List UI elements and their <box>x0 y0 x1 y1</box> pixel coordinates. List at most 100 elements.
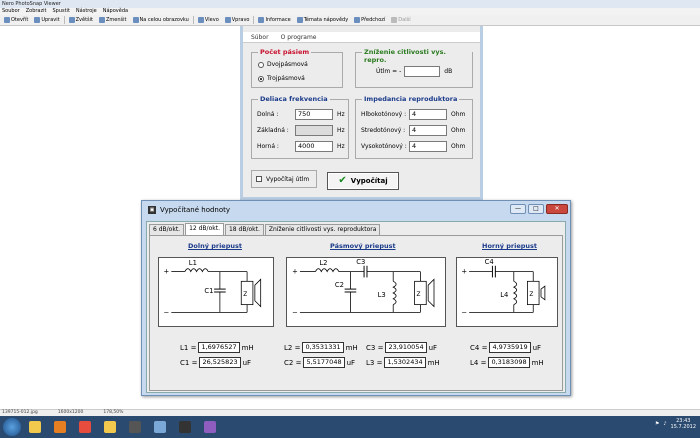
impedance-midrange-unit: Ohm <box>451 127 466 134</box>
band-pass-c-shunt-label: C2 <box>335 281 344 289</box>
zoom-out-button[interactable]: Zmenšit <box>97 16 129 25</box>
high-pass-l4-value: 0,3183098 <box>488 357 530 368</box>
tab-attenuation[interactable]: Zníženie citlivosti vys. reproduktora <box>264 224 381 235</box>
high-pass-minus: − <box>461 308 467 316</box>
taskbar-button-photo-viewer[interactable] <box>199 418 221 436</box>
inductor-l2 <box>315 268 340 273</box>
inductor-l4 <box>512 280 518 305</box>
impedance-midrange-input[interactable]: 4 <box>409 125 447 136</box>
speaker-icon <box>254 278 262 308</box>
taskbar-button-media-player[interactable] <box>49 418 71 436</box>
radio-two-way-label: Dvojpásmová <box>267 61 308 68</box>
tab-6db[interactable]: 6 dB/okt. <box>149 224 185 235</box>
band-pass-l2-label: L2 = <box>284 343 301 352</box>
impedance-tweeter-label: Vysokotónový : <box>361 143 407 150</box>
tab-18db[interactable]: 18 dB/okt. <box>224 224 264 235</box>
next-icon <box>391 17 398 23</box>
impedance-tweeter-input[interactable]: 4 <box>409 141 447 152</box>
crossover-low-input[interactable]: 750 <box>295 109 333 120</box>
info-button[interactable]: Informace <box>256 16 292 25</box>
calculate-button-label: Vypočítaj <box>350 177 388 185</box>
impedance-woofer-unit: Ohm <box>451 111 466 118</box>
band-pass-l-series-label: L2 <box>319 259 327 267</box>
calc-attenuation-checkbox-box[interactable]: Vypočítaj útlm <box>251 170 317 188</box>
maximize-button[interactable]: □ <box>528 204 544 214</box>
edit-button[interactable]: Upravit <box>32 16 61 25</box>
menu-spustit[interactable]: Spustit <box>52 8 69 15</box>
tab-12db[interactable]: 12 dB/okt. <box>185 223 224 235</box>
attenuation-group-title: Zníženie citlivosti vys. repro. <box>362 48 472 64</box>
rotate-right-button[interactable]: Vpravo <box>223 16 252 25</box>
high-pass-l4-label: L4 = <box>470 358 487 367</box>
band-pass-l3-unit: mH <box>427 358 440 367</box>
band-pass-title: Pásmový priepust <box>330 242 396 250</box>
toolbar-separator <box>63 16 65 24</box>
band-pass-c2-value: 5,5177048 <box>303 357 345 368</box>
taskbar-button-calculator[interactable] <box>149 418 171 436</box>
menu-subor[interactable]: Súbor <box>251 32 269 42</box>
band-pass-c-series-label: C3 <box>356 258 365 266</box>
band-pass-c3-value: 23,910054 <box>385 342 427 353</box>
zoom-out-label: Zmenšit <box>106 17 127 23</box>
taskbar-button-chrome[interactable] <box>74 418 96 436</box>
zoom-in-button[interactable]: Zvětšit <box>67 16 95 25</box>
band-pass-l3-value: 1,5302434 <box>384 357 426 368</box>
impedance-woofer-input[interactable]: 4 <box>409 109 447 120</box>
radio-three-way[interactable]: Trojpásmová <box>258 75 305 82</box>
previous-label: Předchozí <box>361 17 386 23</box>
crossover-high-row: Horná : 4000 Hz <box>257 141 345 152</box>
system-tray: ⚑ ♪ 23:43 15.7.2012 <box>655 418 696 430</box>
open-button[interactable]: Otevřít <box>2 16 30 25</box>
band-pass-c2-label: C2 = <box>284 358 302 367</box>
volume-icon[interactable]: ♪ <box>663 421 666 427</box>
info-label: Informace <box>265 17 291 23</box>
crossover-high-input[interactable]: 4000 <box>295 141 333 152</box>
menu-soubor[interactable]: Soubor <box>2 8 20 15</box>
clock[interactable]: 23:43 15.7.2012 <box>671 418 696 430</box>
impedance-tweeter-unit: Ohm <box>451 143 466 150</box>
low-pass-c1-row: C1 = 26,525823 uF <box>180 357 251 368</box>
radio-two-way-indicator[interactable] <box>258 61 264 68</box>
minimize-button[interactable]: — <box>510 204 526 214</box>
calc-attenuation-checkbox[interactable] <box>256 176 262 182</box>
previous-button[interactable]: Předchozí <box>352 16 387 25</box>
low-pass-schematic: + − L1 C1 Z <box>158 257 274 327</box>
impedance-group: Impedancia reproduktora Hlbokotónový : 4… <box>355 95 473 159</box>
taskbar-button-app[interactable] <box>124 418 146 436</box>
next-button[interactable]: Další <box>389 16 412 25</box>
radio-three-way-indicator[interactable] <box>258 75 264 82</box>
low-pass-c1-label: C1 = <box>180 358 198 367</box>
impedance-tweeter-row: Vysokotónový : 4 Ohm <box>361 141 465 152</box>
band-pass-plus: + <box>292 268 298 276</box>
menu-o-programe[interactable]: O programe <box>281 32 317 42</box>
menu-napoveda[interactable]: Nápověda <box>103 8 128 15</box>
band-pass-l2-row: L2 = 0,3531331 mH <box>284 342 358 353</box>
high-pass-title: Horný priepust <box>482 242 537 250</box>
flag-icon[interactable]: ⚑ <box>655 421 659 427</box>
toolbar-separator <box>192 16 194 24</box>
low-pass-minus: − <box>164 308 170 316</box>
rotate-left-button[interactable]: Vlevo <box>196 16 221 25</box>
high-pass-c4-value: 4,9735919 <box>489 342 531 353</box>
media-player-icon <box>54 421 66 433</box>
radio-two-way[interactable]: Dvojpásmová <box>258 61 308 68</box>
band-pass-z-label: Z <box>417 292 421 298</box>
fullscreen-icon <box>132 17 139 23</box>
attenuation-label: Útlm = - <box>376 68 402 75</box>
fullscreen-button[interactable]: Na celou obrazovku <box>131 16 191 25</box>
taskbar-button-terminal[interactable] <box>174 418 196 436</box>
close-button[interactable]: ✕ <box>546 204 568 214</box>
toolbar-separator <box>253 16 255 24</box>
calculate-button[interactable]: ✔ Vypočítaj <box>327 172 399 190</box>
taskbar-button-explorer[interactable] <box>24 418 46 436</box>
attenuation-input[interactable] <box>404 66 441 77</box>
low-pass-l1-label: L1 = <box>180 343 197 352</box>
menu-nastroje[interactable]: Nástroje <box>76 8 97 15</box>
impedance-midrange-row: Stredotónový : 4 Ohm <box>361 125 465 136</box>
edit-label: Upravit <box>41 17 60 23</box>
taskbar-button-folder[interactable] <box>99 418 121 436</box>
start-button[interactable] <box>3 418 21 436</box>
menu-zobrazit[interactable]: Zobrazit <box>26 8 47 15</box>
help-topics-button[interactable]: Témata nápovědy <box>295 16 350 25</box>
folder-icon <box>104 421 116 433</box>
